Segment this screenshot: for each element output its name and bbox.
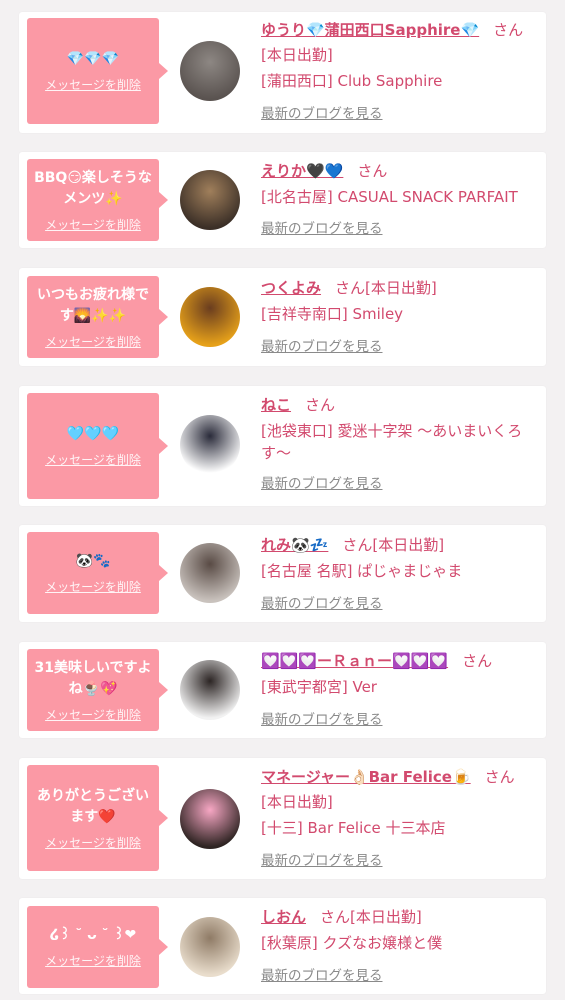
message-card: 💎💎💎 メッセージを削除 ゆうり💎蒲田西口Sapphire💎 さん [本日出勤] …	[19, 12, 546, 133]
delete-message-link[interactable]: メッセージを削除	[45, 952, 141, 969]
avatar[interactable]	[180, 41, 240, 101]
cast-info: えりか🖤💙 さん [北名古屋] CASUAL SNACK PARFAIT 最新のブ…	[261, 160, 538, 237]
blog-link[interactable]: 最新のブログを見る	[261, 335, 538, 355]
message-card: 🩵🩵🩵 メッセージを削除 ねこ さん [池袋東口] 愛迷十字架 〜あいまいくろす〜…	[19, 386, 546, 506]
avatar[interactable]	[180, 415, 240, 475]
cast-name-link[interactable]: ねこ	[261, 396, 291, 414]
cast-shop: [蒲田西口] Club Sapphire	[261, 72, 443, 90]
delete-message-link[interactable]: メッセージを削除	[45, 451, 141, 468]
cast-name-link[interactable]: しおん	[261, 908, 306, 926]
honorific: さん[本日出勤]	[335, 279, 437, 297]
message-text: いつもお疲れ様です🌄✨✨	[37, 286, 149, 324]
avatar[interactable]	[180, 287, 240, 347]
blog-link[interactable]: 最新のブログを見る	[261, 217, 538, 237]
message-bubble: 31美味しいですよね🍨💖 メッセージを削除	[27, 649, 168, 731]
cast-info: れみ🐼💤 さん[本日出勤] [名古屋 名駅] ぱじゃまじゃま 最新のブログを見る	[261, 534, 538, 612]
blog-link[interactable]: 最新のブログを見る	[261, 849, 538, 869]
avatar[interactable]	[180, 789, 240, 849]
cast-info: つくよみ さん[本日出勤] [吉祥寺南口] Smiley 最新のブログを見る	[261, 277, 538, 355]
avatar[interactable]	[180, 170, 240, 230]
delete-message-link[interactable]: メッセージを削除	[45, 216, 141, 233]
message-card: 🐼🐾 メッセージを削除 れみ🐼💤 さん[本日出勤] [名古屋 名駅] ぱじゃまじゃ…	[19, 525, 546, 622]
message-text: 🐼🐾	[75, 553, 111, 569]
message-card: いつもお疲れ様です🌄✨✨ メッセージを削除 つくよみ さん[本日出勤] [吉祥寺南…	[19, 268, 546, 366]
cast-shop: [池袋東口] 愛迷十字架 〜あいまいくろす〜	[261, 422, 523, 462]
message-text: ありがとうございます❤️	[37, 787, 149, 825]
message-card: ໒꒱ ˘ ᴗ ˘ ꒱❤ メッセージを削除 しおん さん[本日出勤] [秋葉原] ク…	[19, 898, 546, 994]
honorific: さん	[484, 768, 515, 786]
blog-link[interactable]: 最新のブログを見る	[261, 964, 538, 984]
message-bubble: 🩵🩵🩵 メッセージを削除	[27, 393, 168, 499]
cast-info: 💟💟💟ーＲａｎー💟💟💟 さん [東武宇都宮] Ver 最新のブログを見る	[261, 650, 538, 728]
cast-name-link[interactable]: 💟💟💟ーＲａｎー💟💟💟	[261, 652, 448, 670]
message-bubble: BBQ😏楽しそうなメンツ✨ メッセージを削除	[27, 159, 168, 241]
message-text: 31美味しいですよね🍨💖	[34, 659, 152, 697]
blog-link[interactable]: 最新のブログを見る	[261, 708, 538, 728]
honorific: さん	[305, 396, 336, 414]
honorific: さん[本日出勤]	[320, 908, 422, 926]
cast-name-link[interactable]: つくよみ	[261, 279, 321, 297]
message-bubble: 💎💎💎 メッセージを削除	[27, 18, 168, 124]
cast-name-link[interactable]: れみ🐼💤	[261, 536, 328, 554]
cast-shop: [北名古屋] CASUAL SNACK PARFAIT	[261, 188, 518, 206]
message-bubble: ໒꒱ ˘ ᴗ ˘ ꒱❤ メッセージを削除	[27, 906, 168, 988]
delete-message-link[interactable]: メッセージを削除	[45, 578, 141, 595]
honorific: さん	[493, 21, 524, 39]
honorific: さん	[357, 162, 388, 180]
cast-name-link[interactable]: えりか🖤💙	[261, 162, 343, 180]
message-bubble: 🐼🐾 メッセージを削除	[27, 532, 168, 614]
honorific: さん[本日出勤]	[342, 536, 445, 554]
message-text: 🩵🩵🩵	[66, 426, 120, 442]
message-bubble: ありがとうございます❤️ メッセージを削除	[27, 765, 168, 871]
avatar[interactable]	[180, 660, 240, 720]
cast-status: [本日出勤]	[261, 46, 333, 64]
delete-message-link[interactable]: メッセージを削除	[45, 333, 141, 350]
message-text: ໒꒱ ˘ ᴗ ˘ ꒱❤	[49, 927, 137, 943]
cast-shop: [東武宇都宮] Ver	[261, 678, 377, 696]
blog-link[interactable]: 最新のブログを見る	[261, 592, 538, 612]
message-text: BBQ😏楽しそうなメンツ✨	[34, 169, 152, 207]
delete-message-link[interactable]: メッセージを削除	[45, 76, 141, 93]
message-bubble: いつもお疲れ様です🌄✨✨ メッセージを削除	[27, 276, 168, 358]
message-card: 31美味しいですよね🍨💖 メッセージを削除 💟💟💟ーＲａｎー💟💟💟 さん [東武宇…	[19, 642, 546, 738]
cast-info: ゆうり💎蒲田西口Sapphire💎 さん [本日出勤] [蒲田西口] Club S…	[261, 19, 538, 122]
cast-name-link[interactable]: ゆうり💎蒲田西口Sapphire💎	[261, 21, 479, 39]
message-card: BBQ😏楽しそうなメンツ✨ メッセージを削除 えりか🖤💙 さん [北名古屋] CA…	[19, 152, 546, 248]
blog-link[interactable]: 最新のブログを見る	[261, 472, 538, 492]
message-text: 💎💎💎	[66, 51, 120, 67]
cast-status: [本日出勤]	[261, 793, 333, 811]
cast-info: ねこ さん [池袋東口] 愛迷十字架 〜あいまいくろす〜 最新のブログを見る	[261, 394, 538, 492]
cast-shop: [吉祥寺南口] Smiley	[261, 305, 404, 323]
cast-info: しおん さん[本日出勤] [秋葉原] クズなお嬢様と僕 最新のブログを見る	[261, 906, 538, 984]
message-card: ありがとうございます❤️ メッセージを削除 マネージャー👌🏻Bar Felice…	[19, 758, 546, 879]
cast-name-link[interactable]: マネージャー👌🏻Bar Felice🍺	[261, 768, 471, 786]
cast-info: マネージャー👌🏻Bar Felice🍺 さん [本日出勤] [十三] Bar Fe…	[261, 766, 538, 869]
honorific: さん	[462, 652, 493, 670]
avatar[interactable]	[180, 543, 240, 603]
delete-message-link[interactable]: メッセージを削除	[45, 706, 141, 723]
avatar[interactable]	[180, 917, 240, 977]
cast-shop: [十三] Bar Felice 十三本店	[261, 819, 446, 837]
cast-shop: [名古屋 名駅] ぱじゃまじゃま	[261, 562, 463, 580]
cast-shop: [秋葉原] クズなお嬢様と僕	[261, 934, 443, 952]
delete-message-link[interactable]: メッセージを削除	[45, 834, 141, 851]
blog-link[interactable]: 最新のブログを見る	[261, 102, 538, 122]
